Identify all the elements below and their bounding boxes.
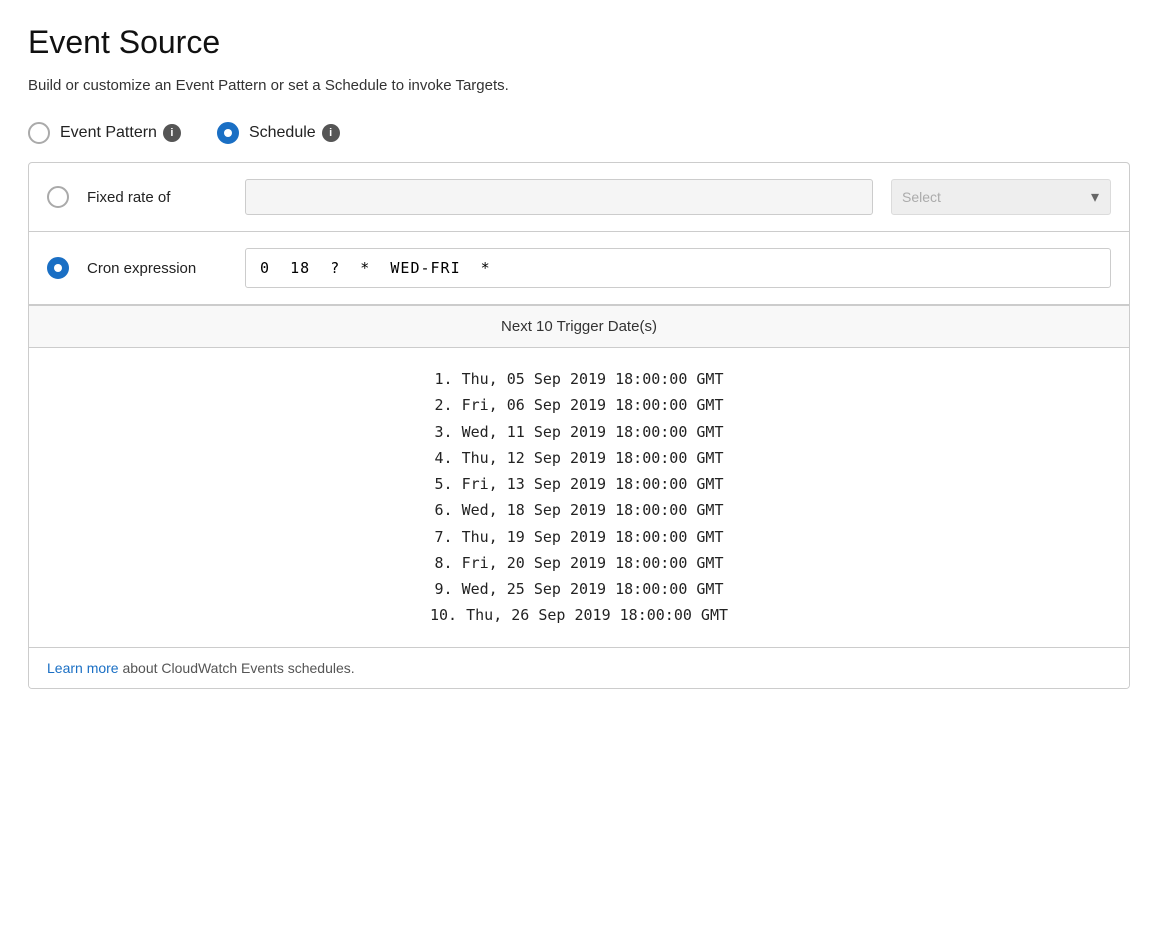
trigger-date-item: 1. Thu, 05 Sep 2019 18:00:00 GMT — [29, 366, 1129, 392]
trigger-date-item: 9. Wed, 25 Sep 2019 18:00:00 GMT — [29, 576, 1129, 602]
cron-expression-input[interactable] — [245, 248, 1111, 288]
trigger-date-item: 3. Wed, 11 Sep 2019 18:00:00 GMT — [29, 419, 1129, 445]
schedule-option[interactable]: Schedule i — [217, 122, 340, 144]
schedule-label: Schedule i — [249, 124, 340, 142]
trigger-date-item: 10. Thu, 26 Sep 2019 18:00:00 GMT — [29, 602, 1129, 628]
schedule-box: Fixed rate of Select Minute(s) Hour(s) D… — [28, 162, 1130, 689]
page-title: Event Source — [28, 24, 1130, 61]
learn-more-suffix: about CloudWatch Events schedules. — [119, 660, 355, 676]
page-subtitle: Build or customize an Event Pattern or s… — [28, 77, 1130, 94]
fixed-rate-input[interactable] — [245, 179, 873, 215]
trigger-dates-section: Next 10 Trigger Date(s) 1. Thu, 05 Sep 2… — [29, 305, 1129, 688]
cron-expression-row: Cron expression — [29, 232, 1129, 305]
fixed-rate-select[interactable]: Select Minute(s) Hour(s) Day(s) — [891, 179, 1111, 215]
trigger-date-item: 8. Fri, 20 Sep 2019 18:00:00 GMT — [29, 550, 1129, 576]
trigger-date-item: 2. Fri, 06 Sep 2019 18:00:00 GMT — [29, 392, 1129, 418]
cron-expression-label: Cron expression — [87, 260, 227, 277]
event-pattern-info-icon[interactable]: i — [163, 124, 181, 142]
event-pattern-radio[interactable] — [28, 122, 50, 144]
event-pattern-option[interactable]: Event Pattern i — [28, 122, 181, 144]
learn-more-row: Learn more about CloudWatch Events sched… — [29, 647, 1129, 688]
trigger-date-item: 4. Thu, 12 Sep 2019 18:00:00 GMT — [29, 445, 1129, 471]
schedule-info-icon[interactable]: i — [322, 124, 340, 142]
select-wrapper: Select Minute(s) Hour(s) Day(s) — [891, 179, 1111, 215]
trigger-dates-list: 1. Thu, 05 Sep 2019 18:00:00 GMT2. Fri, … — [29, 348, 1129, 647]
schedule-radio[interactable] — [217, 122, 239, 144]
learn-more-link[interactable]: Learn more — [47, 660, 119, 676]
trigger-date-item: 7. Thu, 19 Sep 2019 18:00:00 GMT — [29, 524, 1129, 550]
trigger-dates-header: Next 10 Trigger Date(s) — [29, 306, 1129, 348]
cron-expression-radio[interactable] — [47, 257, 69, 279]
fixed-rate-label: Fixed rate of — [87, 189, 227, 206]
fixed-rate-radio[interactable] — [47, 186, 69, 208]
trigger-date-item: 5. Fri, 13 Sep 2019 18:00:00 GMT — [29, 471, 1129, 497]
fixed-rate-row: Fixed rate of Select Minute(s) Hour(s) D… — [29, 163, 1129, 232]
event-pattern-label: Event Pattern i — [60, 124, 181, 142]
trigger-date-item: 6. Wed, 18 Sep 2019 18:00:00 GMT — [29, 497, 1129, 523]
source-type-group: Event Pattern i Schedule i — [28, 122, 1130, 144]
